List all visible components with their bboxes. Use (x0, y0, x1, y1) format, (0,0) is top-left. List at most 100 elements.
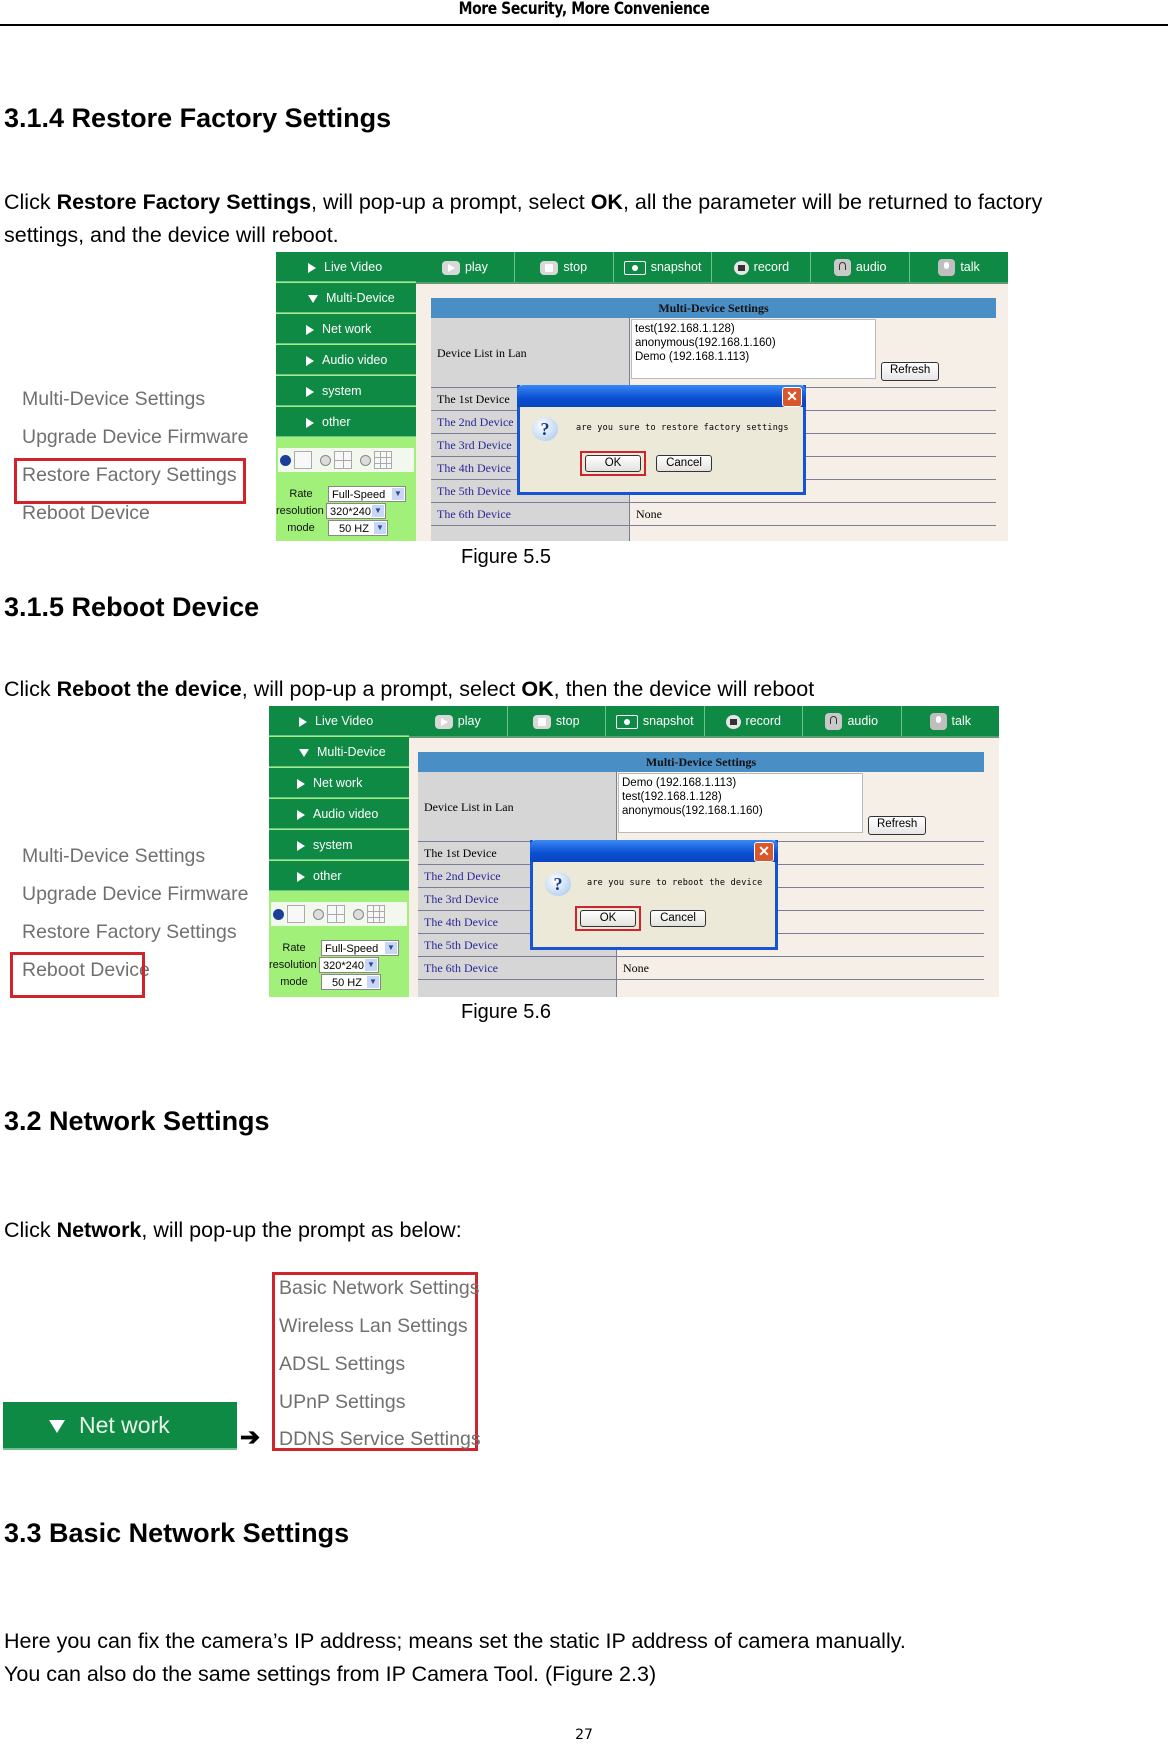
refresh-button[interactable]: Refresh (868, 816, 927, 835)
device-list-entry[interactable]: anonymous(192.168.1.160) (635, 336, 872, 350)
nav-network[interactable]: Net work (269, 768, 409, 798)
device-row-partial (418, 980, 616, 997)
headphones-icon (825, 713, 843, 731)
toolbar-record[interactable]: record (705, 706, 803, 736)
nav-audio-video[interactable]: Audio video (269, 799, 409, 829)
toolbar-talk[interactable]: talk (910, 252, 1008, 282)
device-list-entry[interactable]: Demo (192.168.1.113) (622, 776, 859, 790)
submenu-ddns[interactable]: DDNS Service Settings (279, 1428, 481, 1451)
device-list-entry[interactable]: test(192.168.1.128) (622, 790, 859, 804)
submenu-wireless-lan[interactable]: Wireless Lan Settings (279, 1315, 468, 1338)
device-row-value: None (629, 503, 996, 526)
toolbar-snapshot[interactable]: snapshot (614, 252, 713, 282)
triangle-right-icon (299, 716, 307, 727)
header-rule (0, 24, 1168, 26)
nav-audio-video[interactable]: Audio video (276, 345, 416, 375)
menu-item-upgrade-firmware[interactable]: Upgrade Device Firmware (22, 883, 249, 906)
menu-item-reboot-device[interactable]: Reboot Device (22, 502, 150, 525)
nav-other[interactable]: other (276, 407, 416, 437)
submenu-basic-network[interactable]: Basic Network Settings (279, 1277, 480, 1300)
nav-other[interactable]: other (269, 861, 409, 891)
submenu-adsl[interactable]: ADSL Settings (279, 1353, 405, 1376)
chevron-down-icon: ▼ (385, 942, 397, 954)
nav-network-expanded[interactable]: Net work (3, 1402, 237, 1450)
device-row-partial (616, 980, 984, 997)
section-heading-reboot: 3.1.5 Reboot Device (4, 592, 260, 622)
radio-4-view[interactable] (313, 909, 324, 920)
rate-select[interactable]: Full-Speed ▼ (328, 486, 406, 502)
mode-select[interactable]: 50 HZ ▼ (321, 974, 381, 990)
toolbar-record[interactable]: record (712, 252, 812, 282)
toolbar-audio[interactable]: audio (811, 252, 911, 282)
label: Audio video (322, 353, 388, 367)
camera-icon (623, 260, 646, 275)
menu-item-multi-device-settings[interactable]: Multi-Device Settings (22, 388, 205, 411)
close-icon[interactable]: ✕ (754, 842, 774, 862)
toolbar-play[interactable]: play (409, 706, 508, 736)
toolbar-stop[interactable]: stop (515, 252, 614, 282)
label: stop (555, 714, 580, 728)
video-camera-icon (725, 714, 741, 729)
toolbar-talk[interactable]: talk (902, 706, 1000, 736)
mode-label: mode (280, 976, 308, 988)
cancel-button[interactable]: Cancel (656, 455, 712, 472)
device-row-link[interactable]: The 6th Device (418, 957, 616, 980)
refresh-button[interactable]: Refresh (881, 362, 940, 381)
device-list-entry[interactable]: Demo (192.168.1.113) (635, 350, 872, 364)
chevron-down-icon: ▼ (392, 488, 404, 500)
bold-term: Network (56, 1218, 142, 1242)
device-list-box[interactable]: Demo (192.168.1.113) test(192.168.1.128)… (618, 773, 863, 833)
toolbar-snapshot[interactable]: snapshot (606, 706, 705, 736)
device-row-link[interactable]: The 6th Device (431, 503, 629, 526)
ok-button[interactable]: OK (580, 910, 636, 927)
radio-1-view[interactable] (273, 909, 284, 920)
toolbar-play[interactable]: play (416, 252, 515, 282)
triangle-right-icon (297, 840, 305, 851)
submenu-upnp[interactable]: UPnP Settings (279, 1391, 405, 1414)
radio-4-view[interactable] (320, 455, 331, 466)
confirm-dialog: ✕ ? are you sure to reboot the device OK… (530, 840, 778, 950)
radio-9-view[interactable] (360, 455, 371, 466)
resolution-select[interactable]: 320*240 ▼ (319, 957, 379, 973)
triangle-right-icon (306, 417, 314, 428)
nav-network[interactable]: Net work (276, 314, 416, 344)
nav-live-video[interactable]: Live Video (276, 252, 416, 282)
value: Full-Speed (332, 489, 386, 501)
menu-item-upgrade-firmware[interactable]: Upgrade Device Firmware (22, 426, 249, 449)
radio-1-view[interactable] (280, 455, 291, 466)
label: other (322, 415, 351, 429)
device-row-partial (431, 526, 629, 541)
menu-item-restore-factory[interactable]: Restore Factory Settings (22, 921, 237, 944)
mode-label: mode (287, 522, 315, 534)
chevron-down-icon: ▼ (374, 522, 386, 534)
mode-select[interactable]: 50 HZ ▼ (328, 520, 388, 536)
stop-icon (532, 714, 551, 729)
nav-system[interactable]: system (269, 830, 409, 860)
figure-caption: Figure 5.6 (461, 1001, 552, 1023)
triangle-down-icon (308, 294, 318, 303)
nav-live-video[interactable]: Live Video (269, 706, 409, 736)
radio-9-view[interactable] (353, 909, 364, 920)
section-heading-network: 3.2 Network Settings (4, 1106, 270, 1136)
value: 50 HZ (339, 523, 369, 535)
nav-multi-device[interactable]: Multi-Device (269, 737, 409, 767)
menu-item-multi-device-settings[interactable]: Multi-Device Settings (22, 845, 205, 868)
device-list-entry[interactable]: test(192.168.1.128) (635, 322, 872, 336)
toolbar-audio[interactable]: audio (803, 706, 902, 736)
ok-button[interactable]: OK (585, 455, 641, 472)
cancel-button[interactable]: Cancel (650, 910, 706, 927)
other-menu-crop: Multi-Device Settings Upgrade Device Fir… (0, 385, 255, 535)
device-list-entry[interactable]: anonymous(192.168.1.160) (622, 804, 859, 818)
nav-multi-device[interactable]: Multi-Device (276, 283, 416, 313)
toolbar-stop[interactable]: stop (508, 706, 606, 736)
nav-system[interactable]: system (276, 376, 416, 406)
basic-network-paragraph: Here you can fix the camera’s IP address… (4, 1625, 906, 1691)
close-icon[interactable]: ✕ (782, 387, 802, 407)
device-list-box[interactable]: test(192.168.1.128) anonymous(192.168.1.… (631, 319, 876, 379)
label: record (745, 714, 781, 728)
text: Click (4, 190, 57, 214)
stop-icon (540, 260, 559, 275)
bold-term: OK (521, 677, 554, 701)
resolution-select[interactable]: 320*240 ▼ (326, 503, 386, 519)
rate-select[interactable]: Full-Speed ▼ (321, 940, 399, 956)
